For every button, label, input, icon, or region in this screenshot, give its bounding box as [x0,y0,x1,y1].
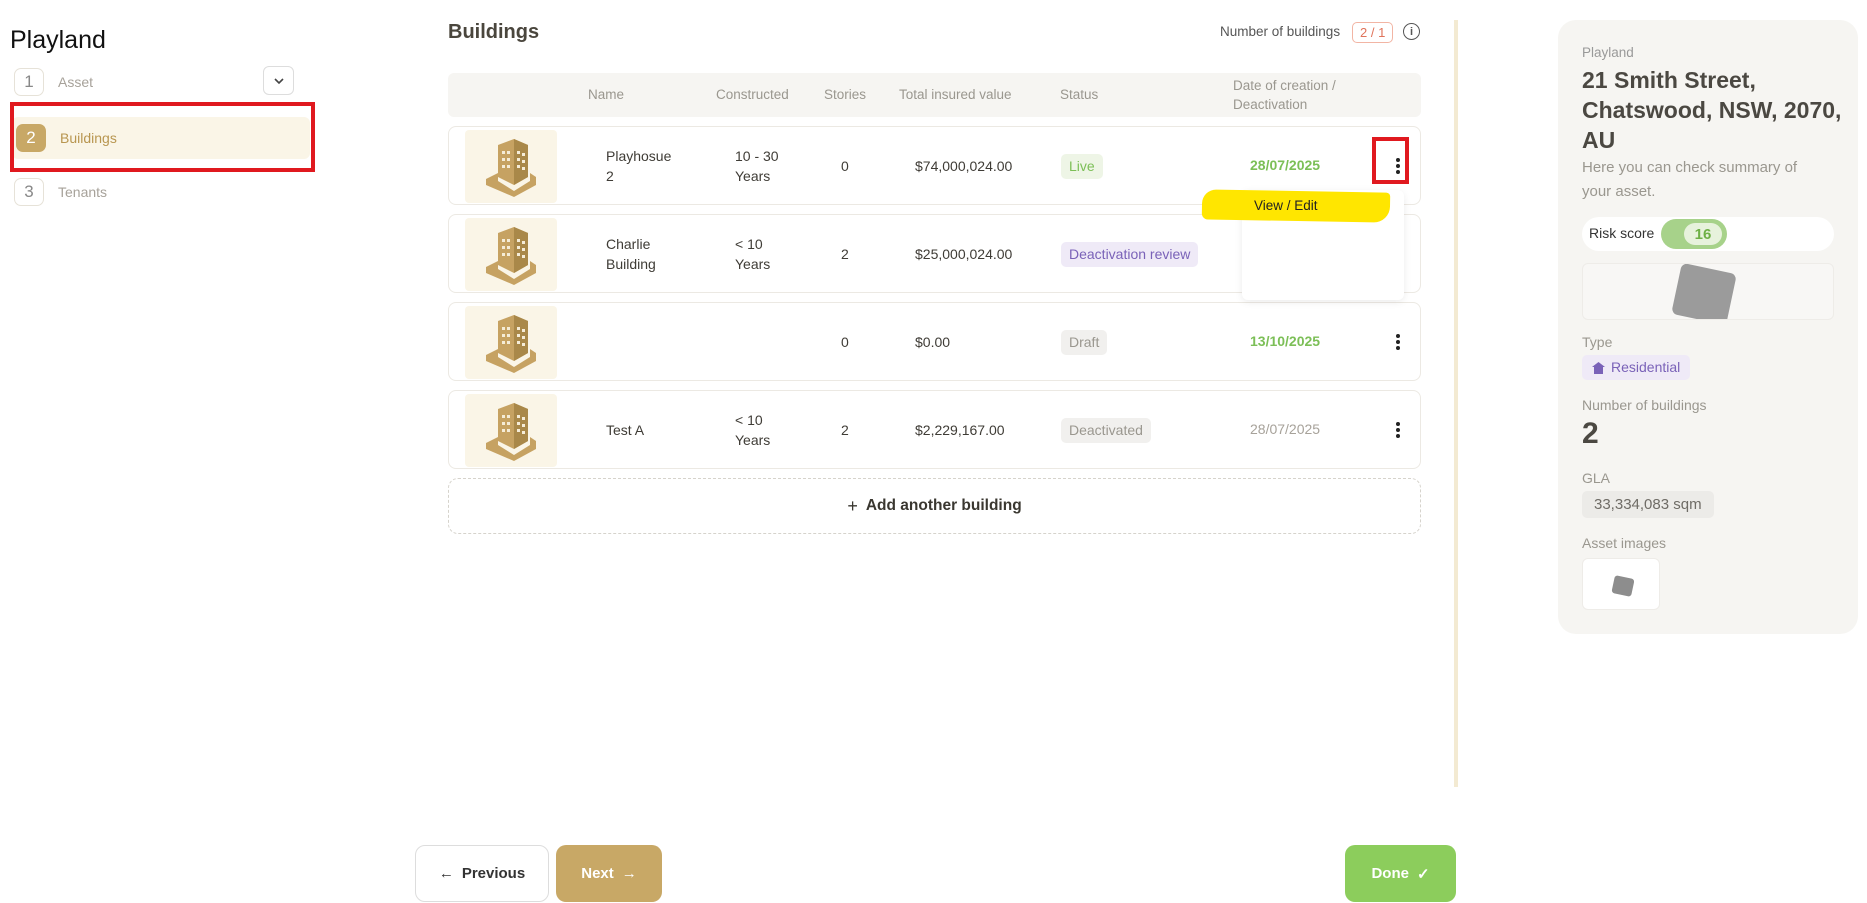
risk-score-value: 16 [1684,223,1722,245]
app-title: Playland [10,26,106,54]
add-building-label: Add another building [865,497,1022,514]
building-name: Playhosue 2 [606,148,672,184]
column-header: Total insured value [899,87,1012,102]
info-icon[interactable]: i [1403,23,1420,40]
status-badge: Deactivated [1061,418,1151,443]
plus-icon: + [847,495,858,516]
step-asset[interactable]: 1 Asset [14,68,304,96]
gla-label: GLA [1582,470,1611,486]
building-icon [486,226,536,285]
arrow-right-icon: → [621,865,637,882]
divider [1454,20,1458,787]
status-badge: Deactivation review [1061,242,1199,267]
column-header: Deactivation [1233,97,1308,112]
type-label: Type [1582,334,1613,350]
step-label: Asset [58,74,94,90]
asset-address: 21 Smith Street, Chatswood, NSW, 2070, A… [1582,67,1842,153]
add-building-button[interactable]: + Add another building [448,478,1421,534]
table-row[interactable]: 0 $0.00 Draft 13/10/2025 [448,302,1421,381]
done-label: Done [1371,865,1409,882]
next-label: Next [581,865,614,882]
building-thumbnail [465,306,557,379]
table-row[interactable]: Test A < 10 Years 2 $2,229,167.00 Deactiv… [448,390,1421,469]
building-constructed: 10 - 30 Years [735,148,779,184]
status-badge: Live [1061,154,1103,179]
buildings-count-badge: 2 / 1 [1352,22,1394,43]
annotation-box [10,102,315,172]
table-header: Name Constructed Stories Total insured v… [448,73,1421,117]
next-button[interactable]: Next → [556,845,662,902]
arrow-left-icon: ← [438,865,454,882]
buildings-count-summary-value: 2 [1582,417,1599,450]
risk-score-label: Risk score [1589,225,1655,241]
step-label: Tenants [58,184,108,200]
row-menu-button[interactable] [1383,322,1413,362]
asset-image-thumbnail[interactable] [1582,558,1660,610]
column-header: Date of creation / [1233,78,1336,93]
row-menu-button[interactable] [1383,410,1413,450]
buildings-count-summary-label: Number of buildings [1582,397,1707,413]
done-button[interactable]: Done ✓ [1345,845,1456,902]
building-value: $0.00 [915,334,951,350]
building-value: $25,000,024.00 [915,246,1013,262]
column-header: Name [588,87,625,102]
previous-button[interactable]: ← Previous [415,845,549,902]
building-name: Test A [606,422,645,438]
check-icon: ✓ [1416,865,1430,883]
more-vertical-icon [1396,334,1400,350]
building-icon [486,314,536,373]
creation-date: 28/07/2025 [1250,157,1321,173]
building-value: $2,229,167.00 [915,422,1005,438]
home-icon [1592,361,1605,374]
status-badge: Draft [1061,330,1108,355]
step-number: 3 [14,178,44,206]
building-name: Charlie Building [606,236,656,272]
menu-item-view-edit[interactable]: View / Edit [1254,198,1318,213]
asset-owner: Playland [1582,45,1634,60]
chevron-down-icon [273,77,284,84]
creation-date: 13/10/2025 [1250,333,1321,349]
building-icon [486,402,536,461]
column-header: Constructed [716,87,789,102]
column-header: Status [1060,87,1099,102]
page-title: Buildings [448,21,540,43]
building-constructed: < 10 Years [735,236,771,272]
more-vertical-icon [1396,422,1400,438]
summary-subtitle: Here you can check summary of your asset… [1582,159,1798,200]
step-tenants[interactable]: 3 Tenants [14,178,304,206]
step-number: 1 [14,68,44,96]
gla-value: 33,334,083 sqm [1582,491,1714,518]
building-value: $74,000,024.00 [915,158,1013,174]
building-stories: 2 [841,422,849,438]
building-thumbnail [465,394,557,467]
building-stories: 0 [841,158,849,174]
creation-date: 28/07/2025 [1250,421,1321,437]
column-header: Stories [824,87,867,102]
building-thumbnail [465,130,557,203]
asset-image-preview [1582,263,1834,320]
collapse-button[interactable] [263,66,294,95]
buildings-count-label: Number of buildings [1220,24,1341,39]
building-icon [486,138,536,197]
building-thumbnail [465,218,557,291]
annotation-box [1372,137,1409,184]
previous-label: Previous [461,865,526,882]
building-stories: 0 [841,334,849,350]
building-constructed: < 10 Years [735,412,771,448]
asset-images-label: Asset images [1582,535,1667,551]
building-stories: 2 [841,246,849,262]
type-badge: Residential [1582,355,1691,380]
type-value: Residential [1611,359,1681,375]
